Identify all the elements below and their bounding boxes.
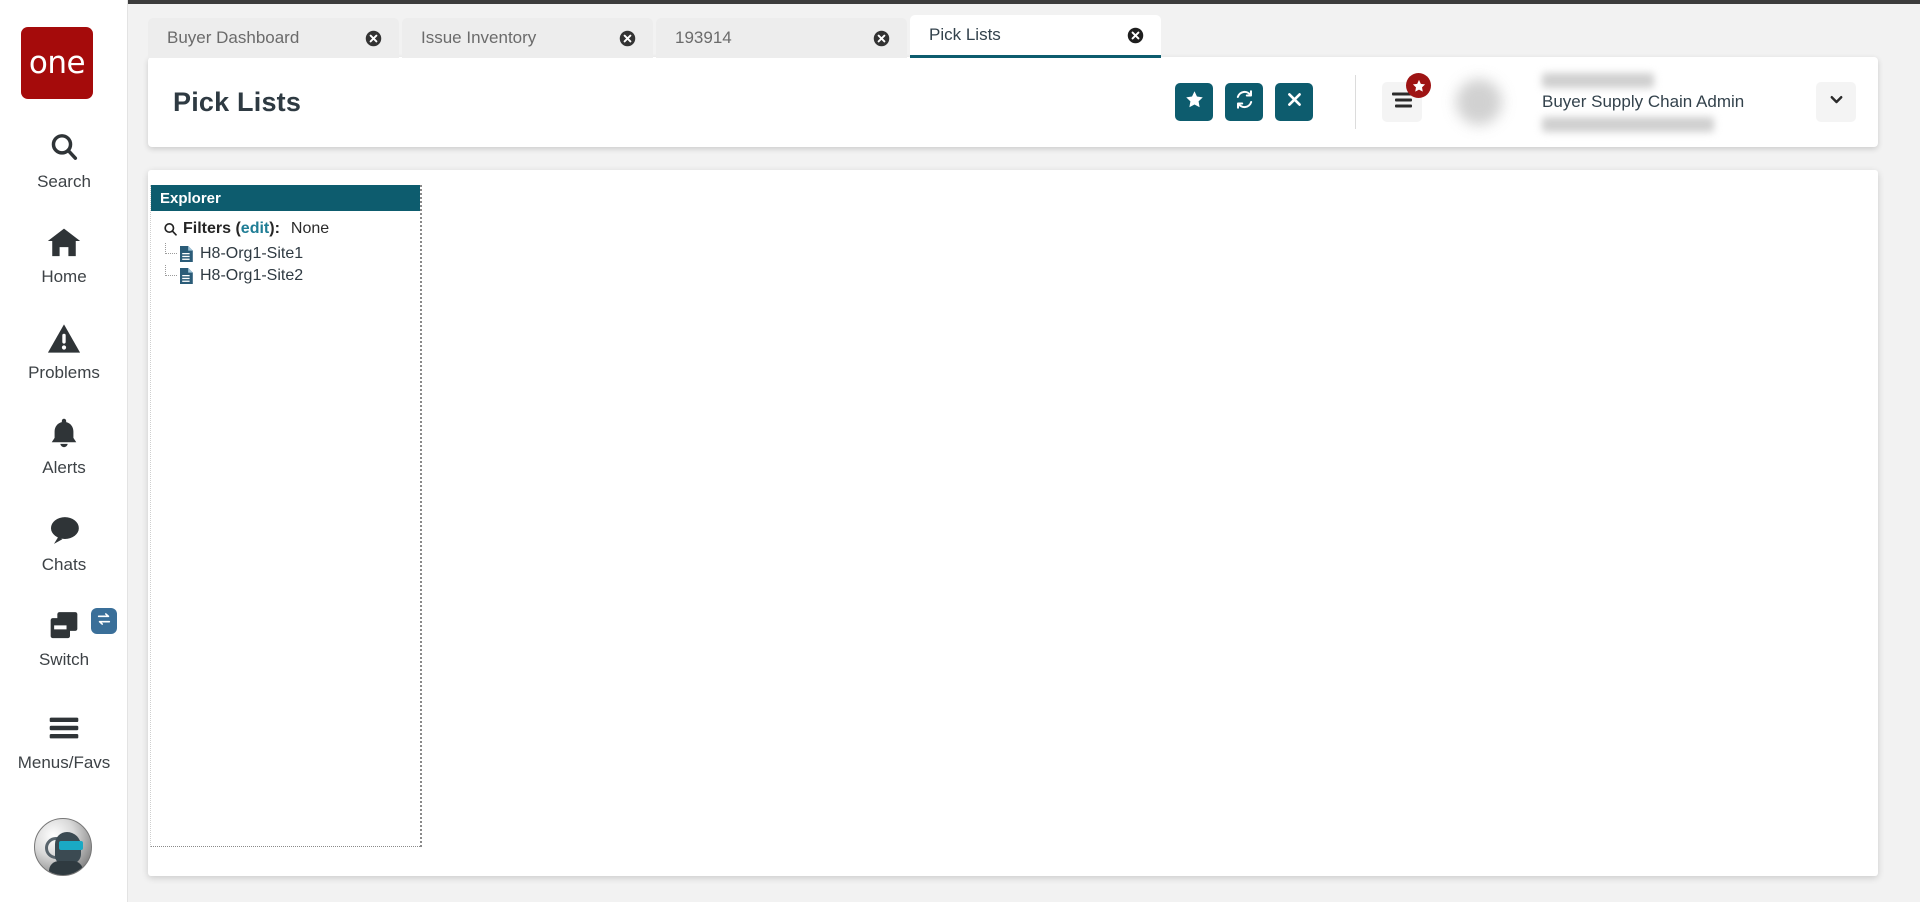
close-icon[interactable]: [365, 30, 382, 47]
sidebar-item-label: Chats: [41, 555, 87, 574]
robot-body: [49, 861, 83, 875]
tab-label: Issue Inventory: [421, 28, 537, 47]
refresh-button[interactable]: [1225, 83, 1263, 121]
sidebar-item-menus-favs[interactable]: Menus/Favs: [0, 708, 128, 771]
user-account-block[interactable]: Buyer Supply Chain Admin: [1456, 57, 1816, 147]
page-content: Explorer Filters ( edit ): None H8-Org1-…: [148, 170, 1878, 876]
star-icon: [1412, 79, 1425, 92]
redacted-user-name: [1542, 73, 1654, 88]
close-icon[interactable]: [873, 30, 890, 47]
menu-favorites-badge: [1406, 73, 1431, 98]
tab-label: Pick Lists: [929, 25, 1001, 44]
page-title: Pick Lists: [173, 86, 302, 117]
tree-node-h8-org1-site2[interactable]: H8-Org1-Site2: [151, 265, 420, 287]
explorer-title: Explorer: [160, 189, 221, 207]
tab-issue-inventory[interactable]: Issue Inventory: [402, 18, 653, 58]
tree-node-h8-org1-site1[interactable]: H8-Org1-Site1: [151, 243, 420, 265]
sidebar-item-chats[interactable]: Chats: [0, 510, 128, 573]
sidebar-item-home[interactable]: Home: [0, 222, 128, 285]
bell-icon: [44, 413, 84, 453]
filters-value: None: [290, 220, 330, 237]
favorite-button[interactable]: [1175, 83, 1213, 121]
search-icon: [161, 220, 179, 238]
tree-node-label: H8-Org1-Site1: [200, 245, 304, 262]
page-header: Pick Lists Buyer Supply Chain Admin: [148, 57, 1878, 147]
user-role-label: Buyer Supply Chain Admin: [1542, 92, 1745, 111]
redacted-user-org: [1542, 117, 1714, 132]
search-icon: [44, 127, 84, 167]
tab-193914[interactable]: 193914: [656, 18, 907, 58]
filters-label-end: ):: [269, 220, 280, 237]
explorer-header: Explorer: [151, 185, 420, 211]
tab-label: 193914: [675, 28, 732, 47]
explorer-tree: H8-Org1-Site1 H8-Org1-Site2: [151, 238, 420, 287]
header-actions: Buyer Supply Chain Admin: [1163, 57, 1878, 147]
chat-bubble-icon: [44, 510, 84, 550]
left-sidebar: one Search Home Problems Alerts Chats Sw…: [0, 0, 128, 902]
sidebar-item-label: Home: [41, 267, 87, 286]
app-menu-button[interactable]: [1382, 73, 1431, 122]
tree-guide-line: [165, 243, 177, 254]
hamburger-icon: [44, 708, 84, 748]
close-x-icon: [1286, 91, 1303, 113]
close-button[interactable]: [1275, 83, 1313, 121]
chevron-down-icon: [1828, 91, 1845, 113]
avatar: [1456, 79, 1502, 125]
tab-label: Buyer Dashboard: [167, 28, 300, 47]
explorer-filters-row: Filters ( edit ): None: [151, 211, 420, 238]
application-root: one Search Home Problems Alerts Chats Sw…: [0, 0, 1920, 902]
close-icon[interactable]: [619, 30, 636, 47]
swap-arrows-icon: [96, 611, 112, 632]
star-icon: [1185, 90, 1204, 114]
sidebar-item-alerts[interactable]: Alerts: [0, 413, 128, 476]
switch-windows-icon: [44, 605, 84, 645]
tree-guide-line: [165, 265, 177, 276]
user-meta: Buyer Supply Chain Admin: [1516, 71, 1816, 133]
robot-visor: [59, 841, 83, 850]
app-logo[interactable]: one: [21, 27, 93, 99]
filters-edit-link[interactable]: edit: [241, 220, 269, 238]
robot-assistant-icon[interactable]: [34, 818, 92, 876]
document-icon: [179, 267, 194, 285]
app-logo-text: one: [28, 44, 86, 81]
user-menu-toggle[interactable]: [1816, 82, 1856, 122]
sidebar-item-label: Menus/Favs: [17, 753, 111, 772]
sidebar-item-label: Search: [37, 172, 91, 191]
tab-pick-lists[interactable]: Pick Lists: [910, 15, 1161, 58]
sidebar-item-label: Alerts: [42, 458, 86, 477]
sidebar-item-label: Problems: [28, 363, 100, 382]
document-icon: [179, 245, 194, 263]
sidebar-item-label: Switch: [38, 650, 90, 669]
header-divider: [1355, 75, 1356, 129]
tab-bar: Buyer Dashboard Issue Inventory 193914 P…: [148, 15, 1164, 58]
warning-triangle-icon: [44, 318, 84, 358]
refresh-icon: [1234, 89, 1255, 115]
switch-org-badge[interactable]: [91, 608, 117, 634]
explorer-panel: Explorer Filters ( edit ): None H8-Org1-…: [150, 185, 422, 847]
filters-label: Filters (: [183, 220, 241, 237]
tree-node-label: H8-Org1-Site2: [200, 267, 304, 284]
sidebar-item-search[interactable]: Search: [0, 127, 128, 190]
home-icon: [44, 222, 84, 262]
tab-buyer-dashboard[interactable]: Buyer Dashboard: [148, 18, 399, 58]
close-icon[interactable]: [1127, 27, 1144, 44]
sidebar-item-problems[interactable]: Problems: [0, 318, 128, 381]
